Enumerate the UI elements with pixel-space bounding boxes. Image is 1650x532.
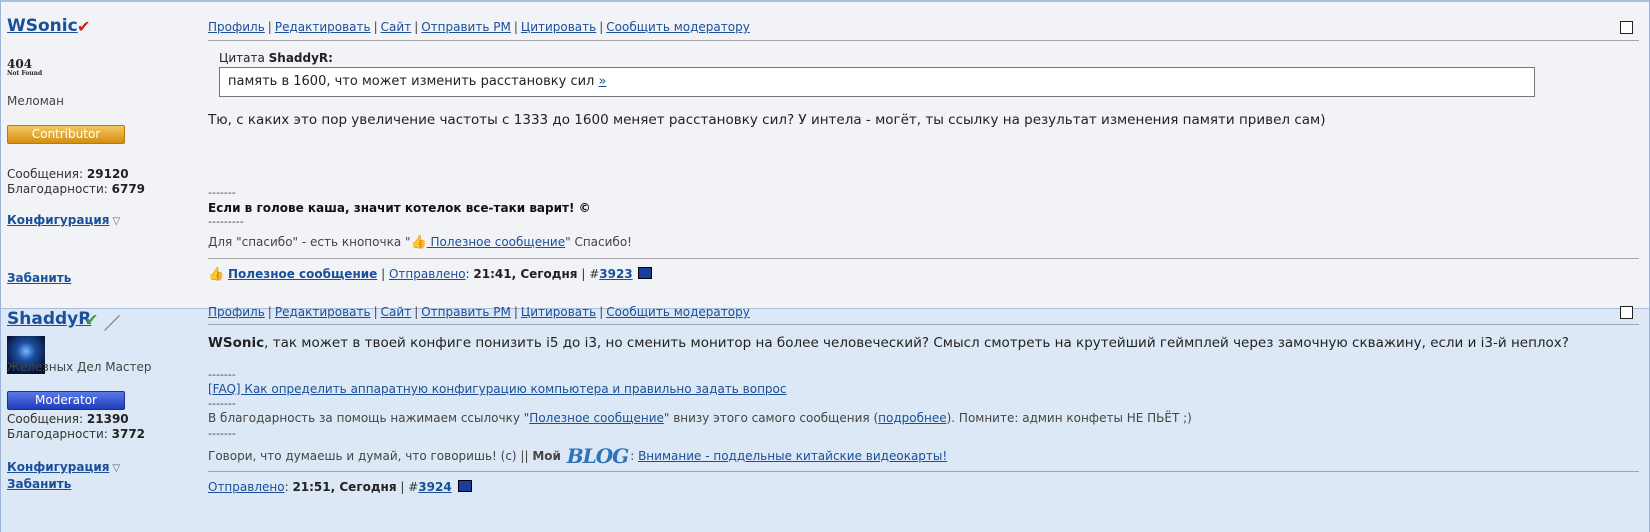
divider xyxy=(208,324,1639,325)
quote-box: память в 1600, что может изменить расста… xyxy=(219,67,1535,97)
thumbs-up-icon: 👍 xyxy=(208,267,225,282)
select-post-checkbox[interactable] xyxy=(1620,306,1633,319)
more-info-link[interactable]: подробнее xyxy=(878,411,946,425)
post-footer: 👍 Полезное сообщение | Отправлено: 21:41… xyxy=(208,267,653,282)
wand-icon: ／ xyxy=(104,314,121,333)
post-content: Профиль | Редактировать | Сайт | Отправить PM |… xyxy=(208,2,1639,308)
post-body: Тю, с каких это пор увеличение частоты с… xyxy=(208,112,1326,128)
post-number-link[interactable]: 3924 xyxy=(418,480,451,494)
signature-thanks-line: Для "спасибо" - есть кнопочка "👍 Полезно… xyxy=(208,235,632,250)
moderator-badge: Moderator xyxy=(7,391,125,410)
report-link[interactable]: Сообщить модератору xyxy=(606,20,750,34)
faq-link[interactable]: [FAQ] Как определить аппаратную конфигур… xyxy=(208,382,787,396)
thumbs-up-icon: 👍 xyxy=(410,235,427,250)
useful-message-link[interactable]: Полезное сообщение xyxy=(427,235,566,249)
thanks-stat: Благодарности: 3772 xyxy=(7,427,146,441)
author-username[interactable]: ShaddyR xyxy=(7,309,91,329)
ban-link[interactable]: Забанить xyxy=(7,477,71,491)
avatar: 404 Not Found xyxy=(7,58,47,88)
post-body: WSonic, так может в твоей конфиге понизи… xyxy=(208,335,1569,351)
quote-source-link[interactable]: » xyxy=(599,74,607,89)
divider xyxy=(208,40,1639,41)
chevron-down-icon[interactable]: ▽ xyxy=(112,216,120,227)
config-link[interactable]: Конфигурация xyxy=(7,213,109,227)
sent-link[interactable]: Отправлено xyxy=(208,480,285,494)
blog-post-link[interactable]: Внимание - поддельные китайские видеокар… xyxy=(638,449,947,463)
site-link[interactable]: Сайт xyxy=(381,305,412,319)
signature-thanks-line: В благодарность за помощь нажимаем ссыло… xyxy=(208,411,1192,425)
post-content: Профиль | Редактировать | Сайт | Отправить PM |… xyxy=(208,305,1639,532)
divider xyxy=(208,471,1639,472)
divider xyxy=(208,258,1639,259)
signature-separator: ------- xyxy=(208,186,236,199)
blog-logo[interactable]: BLOG xyxy=(567,444,629,468)
author-username[interactable]: WSonic xyxy=(7,16,78,36)
monitor-icon[interactable] xyxy=(638,267,653,279)
quote-header: Цитата ShaddyR: xyxy=(219,51,333,65)
post-3923: WSonic ✔ 404 Not Found Меломан Contribut… xyxy=(0,0,1650,308)
check-green-icon: ✔ xyxy=(85,310,99,329)
sent-link[interactable]: Отправлено xyxy=(389,267,466,281)
monitor-icon[interactable] xyxy=(457,480,472,492)
post-actions: Профиль | Редактировать | Сайт | Отправить PM |… xyxy=(208,20,750,34)
sent-time: 21:41, Сегодня xyxy=(473,267,578,281)
config-row: Конфигурация ▽ xyxy=(7,460,120,475)
send-pm-link[interactable]: Отправить PM xyxy=(421,20,511,34)
post-author-panel: ShaddyR ✔ ／ Железных Дел Мастер Moderato… xyxy=(7,309,197,532)
avatar-text-big: 404 xyxy=(7,57,33,71)
signature-separator: ------- xyxy=(208,427,236,440)
quote-link[interactable]: Цитировать xyxy=(521,20,596,34)
thanks-stat: Благодарности: 6779 xyxy=(7,182,146,196)
edit-link[interactable]: Редактировать xyxy=(275,305,371,319)
useful-message-link[interactable]: Полезное сообщение xyxy=(529,411,664,425)
check-red-icon: ✔ xyxy=(77,17,91,36)
messages-stat: Сообщения: 21390 xyxy=(7,412,129,426)
select-post-checkbox[interactable] xyxy=(1620,21,1633,34)
user-title: Железных Дел Мастер xyxy=(7,360,152,374)
sent-time: 21:51, Сегодня xyxy=(292,480,397,494)
send-pm-link[interactable]: Отправить PM xyxy=(421,305,511,319)
messages-stat: Сообщения: 29120 xyxy=(7,167,129,181)
post-3924: ShaddyR ✔ ／ Железных Дел Мастер Moderato… xyxy=(0,305,1650,532)
signature-separator: ------- xyxy=(208,368,236,381)
signature-separator: ------- xyxy=(208,397,236,410)
signature-separator: --------- xyxy=(208,215,244,228)
contributor-badge: Contributor xyxy=(7,125,125,144)
chevron-down-icon[interactable]: ▽ xyxy=(112,463,120,474)
post-number-link[interactable]: 3923 xyxy=(599,267,632,281)
quote-text: память в 1600, что может изменить расста… xyxy=(228,74,595,89)
profile-link[interactable]: Профиль xyxy=(208,20,265,34)
useful-message-button[interactable]: Полезное сообщение xyxy=(228,267,377,281)
post-actions: Профиль | Редактировать | Сайт | Отправить PM |… xyxy=(208,305,750,319)
quote-link[interactable]: Цитировать xyxy=(521,305,596,319)
profile-link[interactable]: Профиль xyxy=(208,305,265,319)
site-link[interactable]: Сайт xyxy=(381,20,412,34)
report-link[interactable]: Сообщить модератору xyxy=(606,305,750,319)
signature-blog-line: Говори, что думаешь и думай, что говориш… xyxy=(208,444,948,468)
config-row: Конфигурация ▽ xyxy=(7,213,120,228)
signature-motto: Если в голове каша, значит котелок все-т… xyxy=(208,201,591,215)
mention-username: WSonic xyxy=(208,335,265,351)
user-title: Меломан xyxy=(7,94,64,108)
post-footer: Отправлено: 21:51, Сегодня | #3924 xyxy=(208,480,472,494)
config-link[interactable]: Конфигурация xyxy=(7,460,109,474)
edit-link[interactable]: Редактировать xyxy=(275,20,371,34)
avatar-text-small: Not Found xyxy=(7,70,43,77)
post-author-panel: WSonic ✔ 404 Not Found Меломан Contribut… xyxy=(7,2,197,308)
ban-link[interactable]: Забанить xyxy=(7,271,71,285)
